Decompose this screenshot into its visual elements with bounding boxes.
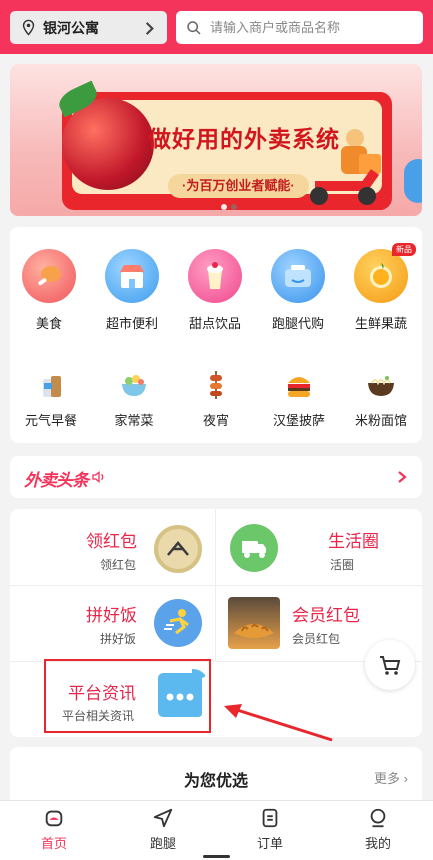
promo-subtitle: 领红包 [100, 558, 137, 572]
headline-bar[interactable]: 外卖头条 [10, 456, 422, 498]
category-label: 汉堡披萨 [272, 413, 325, 428]
tab-label: 我的 [364, 836, 391, 851]
drink-cup-icon [188, 249, 242, 303]
banner-carousel[interactable]: 做好用的外卖系统 ·为百万创业者赋能· [10, 64, 422, 216]
more-label: 更多 [374, 771, 401, 786]
category-label: 跑腿代购 [271, 316, 324, 331]
category-label: 美食 [35, 316, 62, 331]
category-label: 元气早餐 [24, 413, 77, 428]
red-packet-icon [154, 525, 202, 573]
skewer-icon [200, 369, 232, 401]
search-icon [187, 20, 201, 35]
chevron-right-icon[interactable] [396, 470, 408, 484]
category-label: 甜点饮品 [188, 316, 241, 331]
tab-home[interactable]: 首页 [24, 807, 84, 852]
chicken-leg-icon [22, 249, 76, 303]
store-icon [105, 249, 159, 303]
recommend-title: 为您优选 [183, 773, 248, 790]
category-dessert[interactable]: 甜点饮品 [175, 249, 255, 332]
category-grid: 美食 超市便利 甜点饮品 跑腿代购 新品 生鲜果蔬 元气早餐 家常菜 夜宵 汉堡… [10, 227, 422, 443]
annotation-arrow [224, 704, 333, 742]
location-pin-icon [22, 19, 35, 36]
order-icon [262, 808, 278, 828]
burger-icon [283, 369, 315, 401]
tab-label: 订单 [256, 836, 283, 851]
recommend-section: 为您优选 更多 › [10, 747, 422, 807]
category-fresh[interactable]: 新品 生鲜果蔬 [341, 243, 421, 332]
cart-button[interactable] [365, 640, 415, 690]
category-food[interactable]: 美食 [9, 249, 89, 332]
category-label: 家常菜 [114, 413, 154, 428]
category-label: 生鲜果蔬 [354, 316, 407, 331]
search-input[interactable] [210, 20, 410, 35]
promo-title: 会员红包 [292, 606, 360, 625]
new-badge: 新品 [392, 243, 416, 256]
home-icon [45, 810, 63, 827]
promo-subtitle: 会员红包 [292, 632, 341, 646]
category-homestyle[interactable]: 家常菜 [94, 359, 174, 429]
category-label: 夜宵 [202, 413, 229, 428]
tab-label: 跑腿 [149, 836, 176, 851]
noodle-bowl-icon [365, 369, 397, 401]
home-indicator [203, 855, 230, 858]
top-bar: 银河公寓 [0, 0, 433, 54]
tab-orders[interactable]: 订单 [240, 807, 300, 852]
category-errand[interactable]: 跑腿代购 [258, 249, 338, 332]
tab-errand[interactable]: 跑腿 [133, 807, 193, 852]
search-bar[interactable] [176, 11, 423, 44]
category-night-snack[interactable]: 夜宵 [176, 359, 256, 429]
promo-subtitle: 拼好饭 [100, 632, 137, 646]
category-noodles[interactable]: 米粉面馆 [341, 359, 421, 429]
bottom-tab-bar: 首页 跑腿 订单 我的 [0, 800, 433, 860]
category-breakfast[interactable]: 元气早餐 [11, 359, 91, 429]
orange-icon: 新品 [354, 243, 416, 303]
speaker-icon [92, 470, 104, 484]
runner-icon [154, 599, 202, 647]
profile-icon [370, 808, 386, 828]
promo-title: 生活圈 [328, 532, 379, 551]
milk-bottle-icon [35, 369, 67, 401]
category-label: 米粉面馆 [354, 413, 407, 428]
send-icon [153, 808, 173, 828]
divider [10, 585, 422, 586]
location-selector[interactable]: 银河公寓 [10, 11, 167, 44]
category-supermarket[interactable]: 超市便利 [92, 249, 172, 332]
category-burger-pizza[interactable]: 汉堡披萨 [259, 359, 339, 429]
highlight-box [44, 659, 211, 733]
location-text: 银河公寓 [43, 19, 99, 36]
promo-title: 拼好饭 [86, 606, 137, 625]
banner-subtitle: ·为百万创业者赋能· [168, 174, 309, 198]
bowl-icon [118, 369, 150, 401]
tab-profile[interactable]: 我的 [348, 807, 408, 852]
delivery-rider-image [310, 129, 381, 205]
carousel-dots [221, 204, 237, 210]
delivery-box-icon [271, 249, 325, 303]
truck-icon [230, 524, 278, 572]
cart-icon [380, 656, 401, 675]
tab-label: 首页 [40, 836, 67, 851]
headline-logo: 外卖头条 [24, 471, 89, 490]
more-link[interactable]: 更多 › [374, 768, 408, 787]
croissant-image [228, 597, 280, 649]
next-banner-peek [404, 159, 422, 203]
chevron-right-icon [145, 22, 154, 35]
promo-subtitle: 活圈 [330, 558, 355, 572]
promo-title: 领红包 [86, 532, 137, 551]
category-label: 超市便利 [105, 316, 158, 331]
banner-image: 做好用的外卖系统 ·为百万创业者赋能· [10, 64, 422, 216]
